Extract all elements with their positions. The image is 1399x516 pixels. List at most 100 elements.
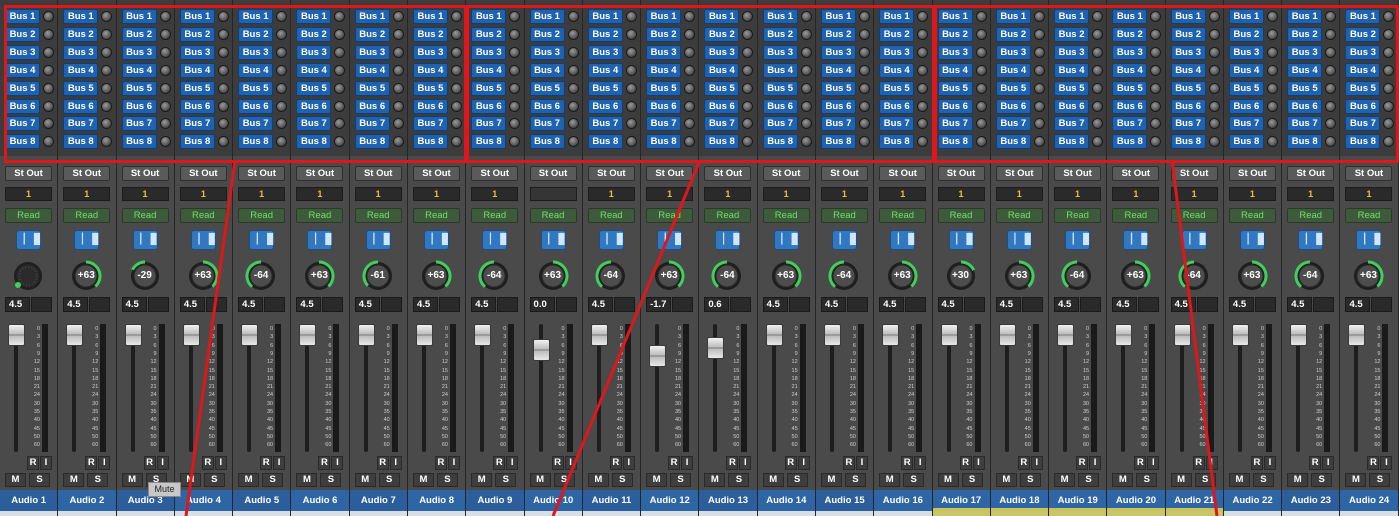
volume-value[interactable]: 4.5 [937, 297, 963, 312]
send-level-knob[interactable] [858, 136, 870, 148]
send-bus-button[interactable]: Bus 1 [1228, 9, 1264, 24]
input-monitor-button[interactable]: I [1380, 456, 1393, 470]
volume-value[interactable]: 4.5 [179, 297, 205, 312]
automation-mode-button[interactable]: Read [179, 208, 227, 223]
mute-button[interactable]: M [5, 473, 26, 487]
solo-button[interactable]: S [87, 473, 109, 487]
send-level-knob[interactable] [101, 28, 113, 40]
send-level-knob[interactable] [392, 100, 404, 112]
send-bus-button[interactable]: Bus 5 [179, 80, 215, 96]
send-level-knob[interactable] [975, 11, 987, 22]
send-bus-button[interactable]: Bus 1 [5, 9, 40, 24]
send-bus-button[interactable]: Bus 1 [762, 9, 798, 24]
send-level-knob[interactable] [1325, 28, 1337, 40]
send-bus-button[interactable]: Bus 4 [879, 62, 915, 78]
send-level-knob[interactable] [334, 100, 346, 112]
send-bus-button[interactable]: Bus 3 [704, 44, 740, 60]
send-bus-button[interactable]: Bus 6 [1054, 98, 1090, 114]
group-slot[interactable]: 1 [995, 187, 1043, 201]
send-level-knob[interactable] [567, 82, 579, 94]
send-bus-button[interactable]: Bus 4 [1170, 62, 1206, 78]
waveform-icon[interactable]: ▕▏▐▌ [1356, 230, 1384, 250]
track-name[interactable]: Audio 15 [815, 490, 874, 511]
send-level-knob[interactable] [509, 118, 521, 130]
send-level-knob[interactable] [567, 11, 579, 22]
send-bus-button[interactable]: Bus 8 [412, 134, 448, 150]
automation-mode-button[interactable]: Read [412, 208, 460, 223]
send-bus-button[interactable]: Bus 4 [471, 62, 507, 78]
send-bus-button[interactable]: Bus 8 [879, 134, 915, 150]
send-level-knob[interactable] [1383, 100, 1395, 112]
solo-button[interactable]: S [1078, 473, 1100, 487]
send-level-knob[interactable] [217, 82, 229, 94]
pan-knob[interactable]: -61 [361, 259, 395, 293]
volume-fader[interactable] [124, 324, 142, 346]
send-bus-button[interactable]: Bus 3 [296, 44, 332, 60]
send-level-knob[interactable] [800, 11, 812, 22]
send-level-knob[interactable] [217, 100, 229, 112]
send-bus-button[interactable]: Bus 5 [704, 80, 740, 96]
send-level-knob[interactable] [1208, 82, 1220, 94]
output-slot[interactable]: St Out [412, 166, 460, 181]
volume-fader[interactable] [998, 324, 1016, 346]
send-level-knob[interactable] [1150, 11, 1162, 22]
send-level-knob[interactable] [800, 28, 812, 40]
track-name[interactable]: Audio 12 [641, 490, 699, 511]
automation-mode-button[interactable]: Read [5, 208, 52, 223]
group-slot[interactable]: 1 [704, 187, 752, 201]
input-monitor-button[interactable]: I [447, 456, 460, 470]
send-level-knob[interactable] [567, 64, 579, 76]
send-level-knob[interactable] [101, 136, 113, 148]
send-bus-button[interactable]: Bus 2 [1228, 26, 1264, 42]
send-level-knob[interactable] [509, 82, 521, 94]
send-level-knob[interactable] [1208, 28, 1220, 40]
solo-button[interactable]: S [961, 473, 983, 487]
send-level-knob[interactable] [1092, 118, 1104, 130]
send-level-knob[interactable] [684, 136, 696, 148]
send-bus-button[interactable]: Bus 5 [412, 80, 448, 96]
send-bus-button[interactable]: Bus 8 [1287, 134, 1323, 150]
record-button[interactable]: R [1134, 456, 1147, 470]
send-bus-button[interactable]: Bus 8 [471, 134, 507, 150]
automation-mode-button[interactable]: Read [646, 208, 694, 223]
send-level-knob[interactable] [917, 64, 929, 76]
output-slot[interactable]: St Out [587, 166, 635, 181]
send-bus-button[interactable]: Bus 7 [412, 116, 448, 132]
automation-mode-button[interactable]: Read [296, 208, 344, 223]
send-level-knob[interactable] [334, 46, 346, 58]
automation-mode-button[interactable]: Read [1345, 208, 1393, 223]
send-bus-button[interactable]: Bus 8 [1112, 134, 1148, 150]
send-bus-button[interactable]: Bus 4 [63, 62, 99, 78]
send-bus-button[interactable]: Bus 7 [704, 116, 740, 132]
waveform-icon[interactable]: ▕▏▐▌ [948, 230, 976, 250]
pan-knob[interactable]: -29 [128, 259, 162, 293]
send-bus-button[interactable]: Bus 6 [587, 98, 623, 114]
send-bus-button[interactable]: Bus 5 [587, 80, 623, 96]
send-level-knob[interactable] [742, 28, 754, 40]
solo-button[interactable]: S [728, 473, 750, 487]
volume-fader[interactable] [8, 324, 25, 346]
send-level-knob[interactable] [1266, 46, 1278, 58]
pan-knob[interactable]: -64 [594, 259, 628, 293]
volume-value[interactable]: 4.5 [1112, 297, 1138, 312]
send-bus-button[interactable]: Bus 4 [1228, 62, 1264, 78]
output-slot[interactable]: St Out [646, 166, 694, 181]
input-monitor-button[interactable]: I [1322, 456, 1335, 470]
send-level-knob[interactable] [43, 64, 54, 76]
group-slot[interactable]: 1 [238, 187, 286, 201]
send-bus-button[interactable]: Bus 4 [238, 62, 274, 78]
send-bus-button[interactable]: Bus 2 [471, 26, 507, 42]
mute-button[interactable]: M [762, 473, 784, 487]
waveform-icon[interactable]: ▕▏▐▌ [132, 230, 160, 250]
send-bus-button[interactable]: Bus 8 [179, 134, 215, 150]
send-level-knob[interactable] [43, 118, 54, 130]
volume-value[interactable]: 4.5 [121, 297, 147, 312]
send-bus-button[interactable]: Bus 6 [296, 98, 332, 114]
send-level-knob[interactable] [101, 118, 113, 130]
send-level-knob[interactable] [742, 136, 754, 148]
volume-value[interactable]: 0.6 [704, 297, 730, 312]
send-level-knob[interactable] [392, 82, 404, 94]
send-level-knob[interactable] [742, 100, 754, 112]
send-level-knob[interactable] [159, 118, 171, 130]
waveform-icon[interactable]: ▕▏▐▌ [482, 230, 510, 250]
